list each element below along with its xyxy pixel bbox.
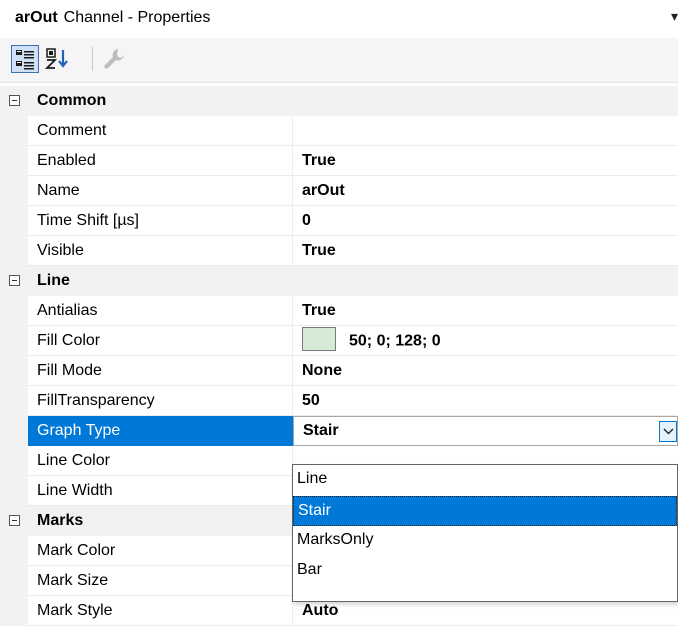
alphabetical-sort-button[interactable]	[44, 45, 72, 73]
wrench-icon	[104, 49, 124, 69]
alphabetical-sort-icon	[44, 48, 68, 69]
property-row[interactable]: Fill Mode None	[0, 356, 678, 386]
property-name[interactable]: FillTransparency	[28, 386, 293, 416]
property-name[interactable]: Antialias	[28, 296, 293, 326]
category-common[interactable]: Common	[0, 86, 678, 116]
property-value[interactable]: 50	[293, 386, 678, 416]
graph-type-dropdown-list: Line Stair MarksOnly Bar	[292, 464, 678, 602]
property-name[interactable]: Mark Size	[28, 566, 293, 596]
color-value: 50; 0; 128; 0	[349, 332, 441, 350]
property-row[interactable]: Fill Color 50; 0; 128; 0	[0, 326, 678, 356]
property-name[interactable]: Graph Type	[28, 416, 293, 446]
title-rest: Channel - Properties	[63, 9, 211, 26]
property-row[interactable]: Visible True	[0, 236, 678, 266]
property-value[interactable]: 0	[293, 206, 678, 236]
collapse-icon[interactable]	[9, 95, 20, 106]
property-name[interactable]: Comment	[28, 116, 293, 146]
toolbar-separator	[92, 47, 93, 71]
property-name[interactable]: Mark Color	[28, 536, 293, 566]
property-row[interactable]: FillTransparency 50	[0, 386, 678, 416]
property-value[interactable]	[293, 116, 678, 146]
chevron-down-icon[interactable]: ▾	[671, 8, 678, 25]
category-label: Common	[37, 92, 107, 109]
property-name[interactable]: Fill Color	[28, 326, 293, 356]
combobox-value: Stair	[303, 422, 339, 439]
property-name[interactable]: Line Width	[28, 476, 293, 506]
category-label: Line	[37, 272, 70, 289]
dropdown-option-marksonly[interactable]: MarksOnly	[293, 526, 677, 556]
categorized-button[interactable]	[11, 45, 39, 73]
property-row[interactable]: Antialias True	[0, 296, 678, 326]
property-name[interactable]: Line Color	[28, 446, 293, 476]
property-value[interactable]: True	[293, 296, 678, 326]
property-row-selected[interactable]: Graph Type Stair	[0, 416, 678, 446]
property-value[interactable]: True	[293, 146, 678, 176]
window-title: arOut Channel - Properties	[15, 9, 210, 27]
color-swatch[interactable]	[302, 327, 336, 351]
property-value[interactable]: None	[293, 356, 678, 386]
category-line[interactable]: Line	[0, 266, 678, 296]
categorized-icon	[16, 50, 34, 70]
property-name[interactable]: Mark Style	[28, 596, 293, 626]
dropdown-option-stair[interactable]: Stair	[293, 496, 677, 526]
toolbar	[0, 38, 678, 83]
collapse-icon[interactable]	[9, 275, 20, 286]
property-row[interactable]: Time Shift [µs] 0	[0, 206, 678, 236]
property-row[interactable]: Name arOut	[0, 176, 678, 206]
dropdown-option-line[interactable]: Line	[293, 465, 677, 495]
property-name[interactable]: Time Shift [µs]	[28, 206, 293, 236]
object-name: arOut	[15, 9, 58, 26]
property-value[interactable]: 50; 0; 128; 0	[293, 326, 678, 356]
property-name[interactable]: Visible	[28, 236, 293, 266]
collapse-icon[interactable]	[9, 515, 20, 526]
property-value[interactable]: arOut	[293, 176, 678, 206]
property-pages-button[interactable]	[100, 45, 128, 73]
property-name[interactable]: Name	[28, 176, 293, 206]
dropdown-button[interactable]	[659, 421, 677, 442]
chevron-down-icon	[663, 428, 674, 435]
dropdown-option-bar[interactable]: Bar	[293, 556, 677, 586]
property-value[interactable]: True	[293, 236, 678, 266]
property-name[interactable]: Fill Mode	[28, 356, 293, 386]
property-name[interactable]: Enabled	[28, 146, 293, 176]
category-label: Marks	[37, 512, 84, 529]
property-row[interactable]: Enabled True	[0, 146, 678, 176]
graph-type-combobox[interactable]: Stair	[293, 416, 678, 446]
title-bar: arOut Channel - Properties ▾	[0, 0, 678, 38]
property-row[interactable]: Comment	[0, 116, 678, 146]
